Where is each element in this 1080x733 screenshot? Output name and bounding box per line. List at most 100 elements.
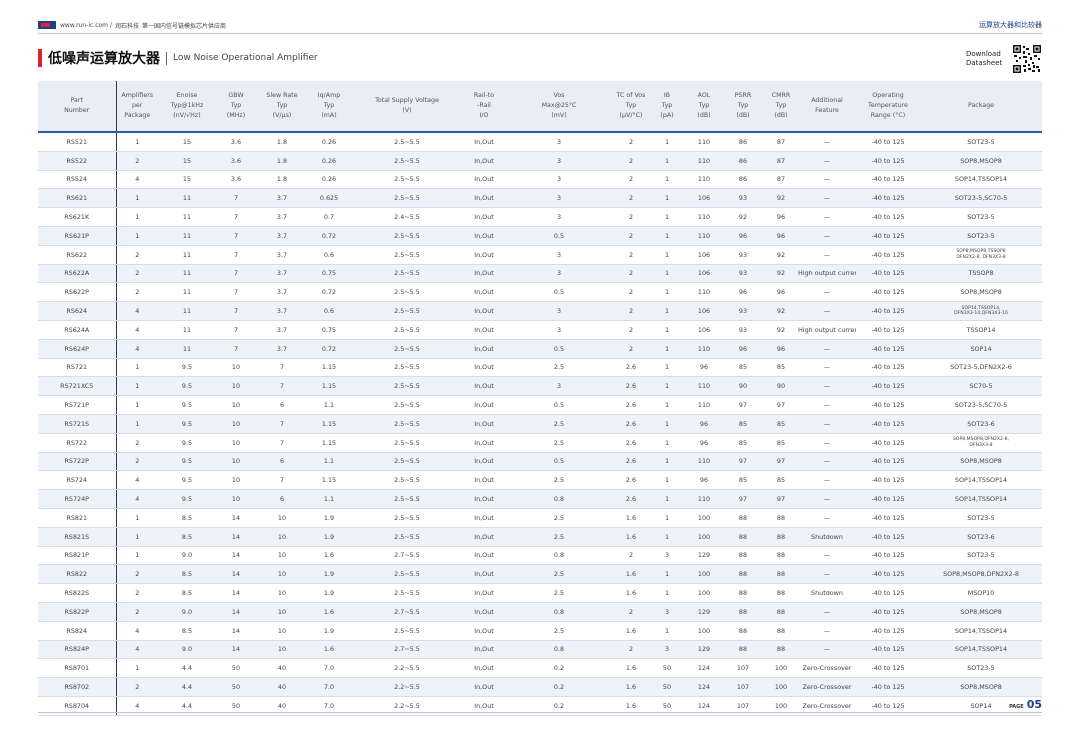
table-cell: 92 bbox=[722, 207, 764, 227]
table-cell: — bbox=[798, 395, 856, 415]
table-cell: 0.5 bbox=[504, 395, 614, 415]
title-en: Low Noise Operational Amplifier bbox=[173, 53, 318, 63]
table-cell: 11 bbox=[158, 320, 216, 340]
table-cell: 3 bbox=[504, 264, 614, 284]
table-cell: 1.9 bbox=[308, 621, 350, 641]
table-cell: 1 bbox=[116, 188, 158, 209]
table-cell: 2.5~5.5 bbox=[350, 376, 464, 397]
table-cell: In,Out bbox=[464, 508, 504, 528]
table-cell: 2.4~5.5 bbox=[350, 207, 464, 227]
table-row: RS621K 1 11 7 3.7 0.7 2.4~5.5 In,Out 3 2 1 110 92 96—… bbox=[38, 207, 1042, 227]
table-cell: -40 to 125 bbox=[856, 320, 920, 340]
column-header: Enoise Typ@1kHz (nV/√Hz) bbox=[158, 81, 216, 133]
table-cell: In,Out bbox=[464, 245, 504, 265]
table-cell: 110 bbox=[686, 395, 722, 415]
table-cell: 15 bbox=[158, 170, 216, 190]
table-cell: 110 bbox=[686, 376, 722, 397]
table-cell: SOP8,MSOP8 bbox=[920, 282, 1042, 303]
table-cell: 2.5~5.5 bbox=[350, 132, 464, 152]
table-cell: 1 bbox=[648, 433, 686, 453]
table-cell: — bbox=[798, 414, 856, 434]
table-cell: 50 bbox=[216, 658, 256, 679]
table-cell: -40 to 125 bbox=[856, 508, 920, 528]
table-cell: 88 bbox=[764, 583, 798, 603]
table-cell: 0.8 bbox=[504, 489, 614, 509]
table-cell: 92 bbox=[764, 301, 798, 321]
table-cell: SOP8,MSOP8 bbox=[920, 151, 1042, 171]
table-cell: 106 bbox=[686, 245, 722, 265]
header-divider bbox=[38, 33, 1042, 34]
part-number-cell: RS621P bbox=[38, 226, 117, 246]
table-cell: 97 bbox=[722, 395, 764, 415]
page-number: PAGE 05 bbox=[1009, 698, 1042, 711]
table-cell: 110 bbox=[686, 151, 722, 171]
table-cell: 10 bbox=[256, 508, 308, 528]
part-number-cell: RS522 bbox=[38, 151, 117, 171]
table-cell: In,Out bbox=[464, 170, 504, 190]
table-cell: 90 bbox=[764, 376, 798, 397]
table-cell: 2.5 bbox=[504, 470, 614, 491]
column-header: AOL Typ (dB) bbox=[686, 81, 722, 133]
table-cell: 10 bbox=[216, 452, 256, 472]
table-cell: 2.5~5.5 bbox=[350, 245, 464, 265]
table-cell: 90 bbox=[722, 376, 764, 397]
table-cell: 1.15 bbox=[308, 433, 350, 453]
table-cell: 2.5~5.5 bbox=[350, 282, 464, 303]
table-cell: 2 bbox=[614, 282, 648, 303]
table-cell: 3.7 bbox=[256, 188, 308, 209]
table-cell: 85 bbox=[722, 414, 764, 434]
table-cell: 1 bbox=[648, 508, 686, 528]
table-cell: In,Out bbox=[464, 433, 504, 453]
table-cell: 1 bbox=[116, 358, 158, 378]
table-cell: SOP14,TSSOP14 bbox=[920, 470, 1042, 491]
table-cell: High output current bbox=[798, 264, 856, 284]
table-cell: 0.26 bbox=[308, 151, 350, 171]
table-cell: 0.5 bbox=[504, 339, 614, 359]
table-cell: 2 bbox=[116, 264, 158, 284]
table-cell: 2.5~5.5 bbox=[350, 170, 464, 190]
table-cell: 2.6 bbox=[614, 433, 648, 453]
table-cell: 0.6 bbox=[308, 301, 350, 321]
table-cell: SOT23-5 bbox=[920, 226, 1042, 246]
table-cell: 3 bbox=[504, 320, 614, 340]
qr-code-icon[interactable] bbox=[1012, 44, 1042, 74]
table-cell: 0.5 bbox=[504, 452, 614, 472]
table-cell: 2.6 bbox=[614, 358, 648, 378]
table-cell: 88 bbox=[722, 508, 764, 528]
company-logo bbox=[38, 21, 56, 29]
table-cell: 14 bbox=[216, 621, 256, 641]
table-cell: 1.8 bbox=[256, 151, 308, 171]
table-cell: 8.5 bbox=[158, 564, 216, 585]
table-cell: 10 bbox=[216, 489, 256, 509]
table-cell: SOP8,MSOP8,TSSOP8 DFN2X2-8, DFN3X3-8 bbox=[920, 245, 1042, 265]
table-cell: SOT23-6 bbox=[920, 527, 1042, 547]
table-cell: 2.7~5.5 bbox=[350, 602, 464, 622]
footer-divider bbox=[38, 712, 1042, 713]
table-cell: 2.6 bbox=[614, 414, 648, 434]
table-cell: -40 to 125 bbox=[856, 170, 920, 190]
download-datasheet-label[interactable]: Download Datasheet bbox=[966, 50, 1002, 68]
table-cell: 3 bbox=[504, 132, 614, 152]
table-cell: 2.5 bbox=[504, 527, 614, 547]
table-cell: 8.5 bbox=[158, 583, 216, 603]
table-cell: 88 bbox=[764, 640, 798, 660]
table-cell: 2 bbox=[116, 677, 158, 697]
table-cell: 1.15 bbox=[308, 470, 350, 491]
part-number-cell: RS624A bbox=[38, 320, 117, 340]
table-cell: In,Out bbox=[464, 188, 504, 209]
table-cell: 15 bbox=[158, 132, 216, 152]
table-cell: 1.15 bbox=[308, 358, 350, 378]
table-cell: 3.7 bbox=[256, 320, 308, 340]
title-separator bbox=[166, 51, 167, 65]
table-cell: 129 bbox=[686, 546, 722, 566]
table-cell: 100 bbox=[686, 621, 722, 641]
table-cell: 88 bbox=[764, 621, 798, 641]
table-cell: 97 bbox=[764, 489, 798, 509]
table-cell: 0.8 bbox=[504, 602, 614, 622]
table-cell: Zero-Crossover bbox=[798, 658, 856, 679]
table-row: RS824 4 8.5 14 10 1.9 2.5~5.5 In,Out 2.5 1.6 1 100 8… bbox=[38, 621, 1042, 641]
table-cell: -40 to 125 bbox=[856, 414, 920, 434]
table-cell: 88 bbox=[764, 527, 798, 547]
table-cell: 1 bbox=[648, 170, 686, 190]
table-cell: Shutdown bbox=[798, 583, 856, 603]
